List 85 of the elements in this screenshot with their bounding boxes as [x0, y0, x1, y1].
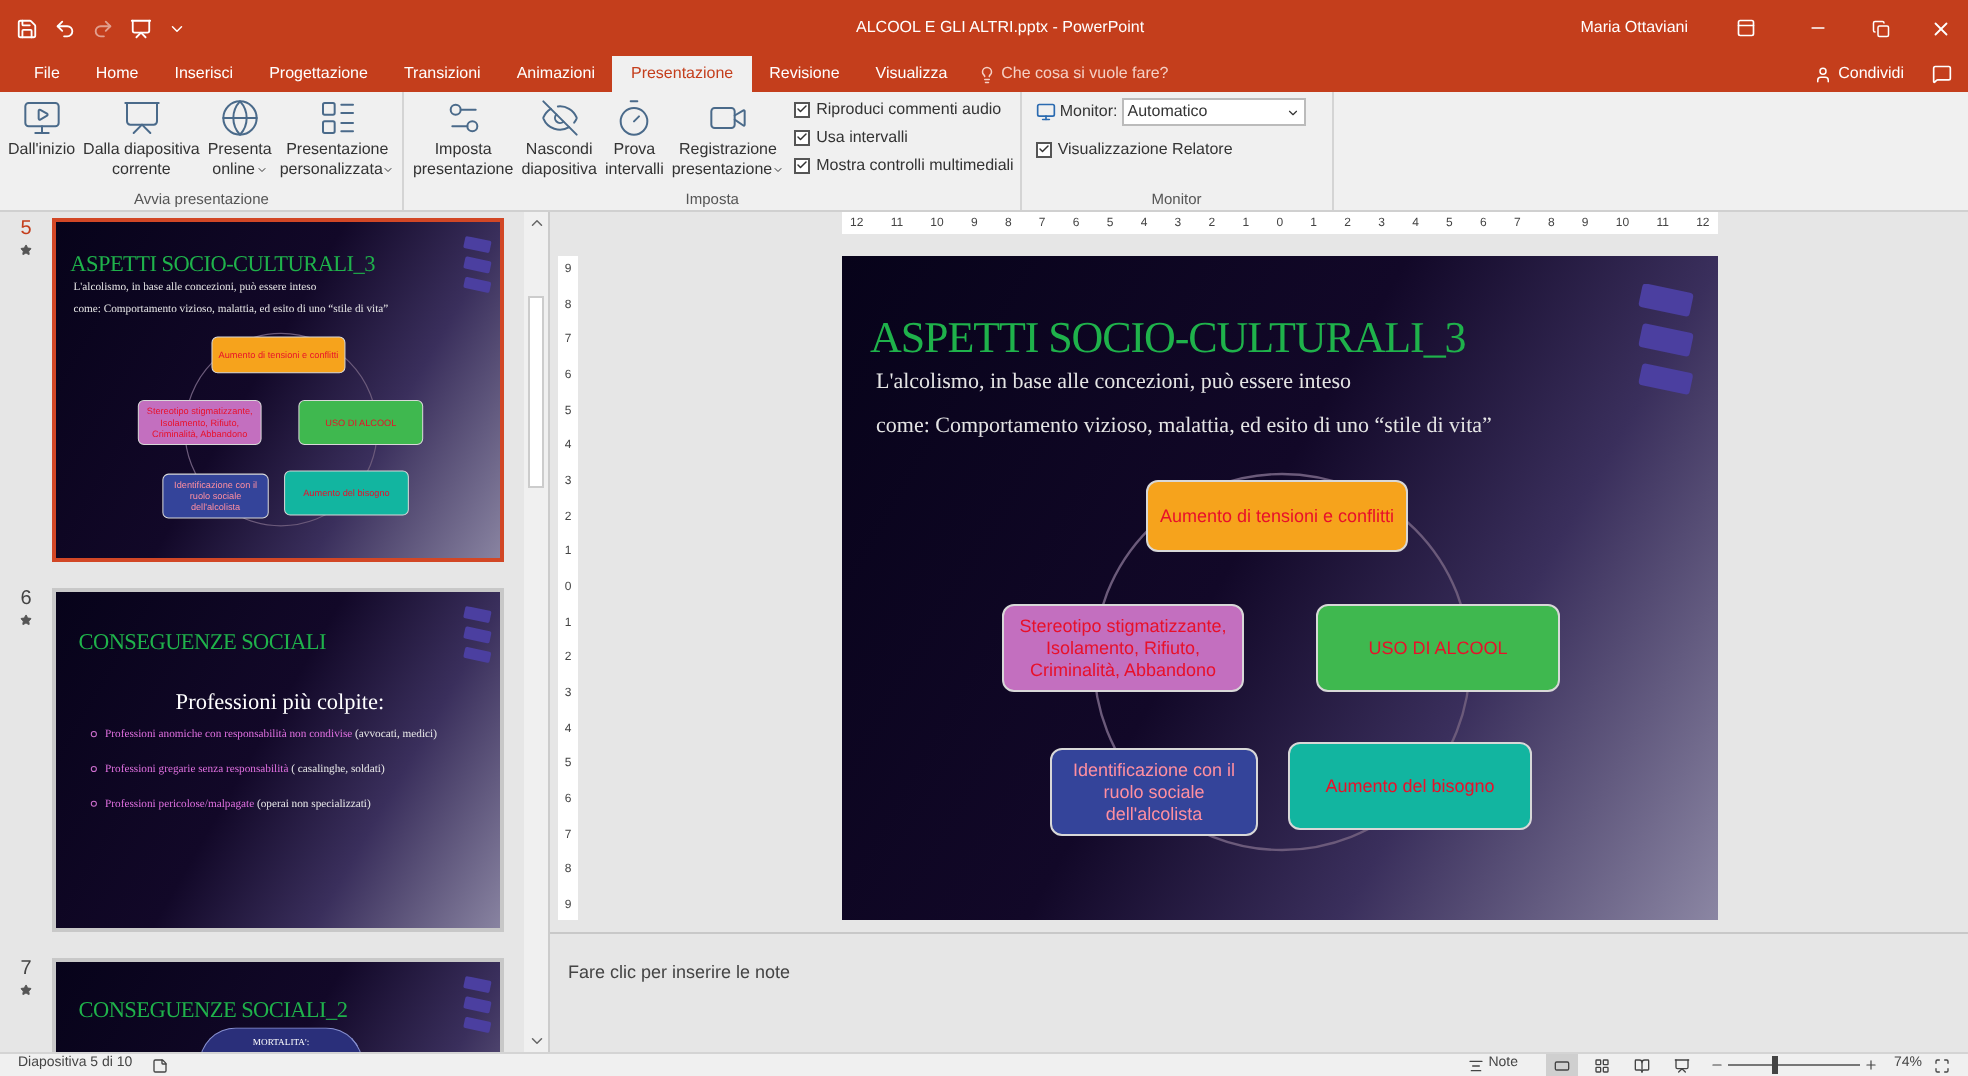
- diagram-node: Identificazione con il ruolo sociale dell'alcolista: [1050, 748, 1258, 836]
- checkbox-option[interactable]: Mostra controlli multimediali: [794, 154, 1014, 176]
- checkbox-option[interactable]: Riproduci commenti audio: [794, 98, 1014, 120]
- slide-title: ASPETTI SOCIO-CULTURALI_3: [870, 316, 1466, 360]
- lightbulb-icon: [977, 65, 996, 83]
- tiles-drawing: [461, 976, 494, 1034]
- close-icon[interactable]: [1930, 17, 1952, 39]
- monitor-icon: [1035, 102, 1056, 122]
- ribbon-tab[interactable]: Revisione: [751, 56, 858, 92]
- slide-text-line: come: Comportamento vizioso, malattia, ed esito di uno “stile di vita”: [876, 416, 1492, 438]
- checkbox-option[interactable]: Usa intervalli: [794, 126, 1014, 148]
- check-icon: [1037, 142, 1050, 156]
- ribbon-command-icon: [219, 98, 260, 138]
- ribbon-tab[interactable]: Visualizza: [857, 56, 966, 92]
- window-title: ALCOOL E GLI ALTRI.pptx - PowerPoint: [856, 16, 1145, 40]
- normal-view-icon: [1553, 1057, 1570, 1073]
- star-icon: [20, 614, 32, 626]
- slide-text-line: L'alcolismo, in base alle concezioni, può essere inteso: [876, 372, 1351, 394]
- ribbon-command-icon: [121, 98, 162, 138]
- checkbox[interactable]: [794, 101, 811, 117]
- diagram-node: Aumento del bisogno: [1288, 742, 1532, 830]
- ribbon-command-icon: [21, 98, 62, 138]
- grid-view-icon: [1593, 1057, 1610, 1073]
- notes-placeholder[interactable]: Fare clic per inserire le note: [568, 962, 791, 982]
- ribbon-command-icon: [539, 98, 580, 138]
- diagram-node: Aumento di tensioni e conflitti: [1146, 480, 1408, 552]
- scroll-down-icon[interactable]: [527, 1032, 545, 1050]
- checkbox[interactable]: [1035, 141, 1052, 157]
- zoom-slider-thumb[interactable]: [1772, 1056, 1779, 1074]
- ribbon-tab[interactable]: Transizioni: [385, 56, 499, 92]
- ribbon-tab[interactable]: Animazioni: [498, 56, 613, 92]
- slide-number: 5: [20, 220, 32, 240]
- slide-title: CONSEGUENZE SOCIALI: [78, 630, 326, 654]
- save-icon[interactable]: [16, 17, 38, 39]
- caret-icon: [1285, 105, 1300, 119]
- comments-icon[interactable]: [1932, 64, 1952, 84]
- slideshow-icon[interactable]: [130, 17, 152, 39]
- ribbon-tab[interactable]: Progettazione: [251, 56, 386, 92]
- slideshow-view-icon: [1673, 1057, 1690, 1073]
- checkbox-option[interactable]: Visualizzazione Relatore: [1035, 138, 1306, 160]
- share-button[interactable]: Condividi: [1814, 56, 1904, 92]
- ribbon-button[interactable]: Prova intervalli: [603, 98, 666, 180]
- monitor-select[interactable]: Automatico: [1121, 98, 1306, 126]
- ribbon-button[interactable]: Nascondi diapositiva: [519, 98, 600, 180]
- fit-to-window-icon[interactable]: [1934, 1057, 1950, 1073]
- checkbox[interactable]: [794, 157, 811, 173]
- ribbon-button[interactable]: Presenta online: [205, 98, 274, 180]
- ribbon-tab[interactable]: Presentazione: [612, 56, 752, 92]
- ribbon-tab[interactable]: File: [16, 56, 78, 92]
- view-button[interactable]: [1545, 1054, 1578, 1076]
- checkbox[interactable]: [794, 129, 811, 145]
- user-name: Maria Ottaviani: [1580, 16, 1688, 40]
- ribbon-button[interactable]: Registrazione presentazione: [669, 98, 787, 180]
- ribbon-button[interactable]: Presentazione personalizzata: [277, 98, 397, 180]
- star-icon: [20, 984, 32, 996]
- star-icon: [20, 244, 32, 256]
- restore-icon[interactable]: [1872, 19, 1890, 37]
- ribbon-options-icon[interactable]: [1736, 18, 1756, 38]
- tiles-drawing: [461, 606, 494, 664]
- scroll-thumb[interactable]: [528, 296, 544, 488]
- diagram-node: USO DI ALCOOL: [1316, 604, 1560, 692]
- ribbon-button[interactable]: Dalla diapositiva corrente: [81, 98, 202, 180]
- thumbnail-scrollbar[interactable]: [524, 212, 548, 1052]
- monitor-label: Monitor:: [1059, 100, 1118, 124]
- slide-number: 6: [20, 590, 32, 610]
- notes-icon: [1468, 1057, 1485, 1073]
- book-view-icon: [1633, 1057, 1650, 1073]
- ribbon-button[interactable]: Dall'inizio: [6, 98, 78, 160]
- undo-icon[interactable]: [54, 17, 76, 39]
- tiles-drawing: [461, 236, 494, 294]
- ribbon-tab[interactable]: Home: [77, 56, 157, 92]
- ribbon-command-icon: [317, 98, 358, 138]
- scroll-up-icon[interactable]: [527, 214, 545, 232]
- slide-number: 7: [20, 960, 32, 980]
- ribbon-button[interactable]: Imposta presentazione: [410, 98, 516, 180]
- tiles-drawing: [1634, 284, 1698, 396]
- zoom-in-icon[interactable]: [1863, 1058, 1878, 1072]
- slide-title: CONSEGUENZE SOCIALI_2: [78, 998, 348, 1022]
- slide-heading: Professioni più colpite:: [173, 690, 387, 713]
- ribbon-tab[interactable]: Inserisci: [156, 56, 252, 92]
- tell-me-field[interactable]: Che cosa si vuole fare?: [977, 56, 1169, 92]
- person-icon: [1814, 65, 1833, 83]
- diagram-node: Stereotipo stigmatizzante, Isolamento, Rifiuto, Criminalità, Abbandono: [1002, 604, 1244, 692]
- slide-title: ASPETTI SOCIO-CULTURALI_3: [70, 252, 375, 276]
- bullet-icon: [90, 765, 97, 772]
